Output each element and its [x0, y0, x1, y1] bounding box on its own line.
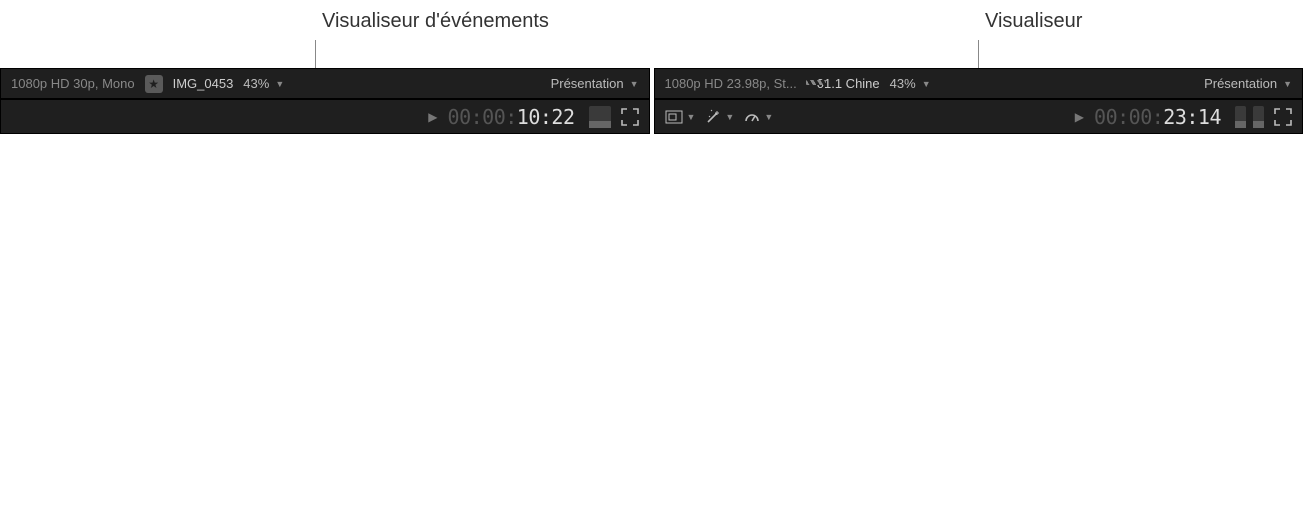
chevron-down-icon: ▼: [275, 79, 284, 89]
rating-star-icon[interactable]: ★: [145, 75, 163, 93]
chevron-down-icon: ▼: [922, 79, 931, 89]
fullscreen-button[interactable]: [1274, 108, 1292, 126]
fullscreen-icon: [1274, 108, 1292, 126]
clip-name-label[interactable]: IMG_0453: [173, 76, 234, 91]
presentation-label: Présentation: [551, 76, 624, 91]
callout-viewer: Visualiseur: [985, 10, 1082, 33]
timecode-dim: 00:00:: [1094, 105, 1163, 129]
play-icon[interactable]: ▶: [1075, 110, 1084, 124]
timecode-display[interactable]: 00:00:23:14: [1094, 105, 1221, 129]
format-label: 1080p HD 30p, Mono: [11, 76, 135, 91]
audio-meter[interactable]: [589, 106, 611, 128]
timecode-hi: 10:22: [517, 105, 575, 129]
fullscreen-icon: [621, 108, 639, 126]
viewer-pane: 1080p HD 23.98p, St... 01.1 Chine 43% ▼ …: [654, 68, 1303, 134]
audio-meter-stereo[interactable]: [1231, 106, 1264, 128]
transform-icon: [665, 110, 683, 124]
transform-tool-menu[interactable]: ▼: [665, 110, 696, 124]
project-name-label[interactable]: 01.1 Chine: [817, 76, 880, 91]
presentation-menu[interactable]: Présentation ▼: [1204, 76, 1292, 91]
zoom-value: 43%: [243, 76, 269, 91]
magic-wand-icon: [705, 109, 721, 125]
callout-labels: Visualiseur d'événements Visualiseur: [0, 0, 1303, 68]
format-label: 1080p HD 23.98p, St...: [665, 76, 797, 91]
zoom-menu[interactable]: 43% ▼: [243, 76, 284, 91]
timecode-display[interactable]: 00:00:10:22: [448, 105, 575, 129]
play-icon[interactable]: ▶: [428, 110, 437, 124]
callout-pointer: [978, 40, 979, 68]
fullscreen-button[interactable]: [621, 108, 639, 126]
chevron-down-icon: ▼: [630, 79, 639, 89]
chevron-down-icon: ▼: [725, 112, 734, 122]
event-viewer-topbar: 1080p HD 30p, Mono ★ IMG_0453 43% ▼ Prés…: [1, 69, 649, 99]
gauge-icon: [744, 109, 760, 125]
presentation-menu[interactable]: Présentation ▼: [551, 76, 639, 91]
zoom-value: 43%: [890, 76, 916, 91]
callout-event-viewer: Visualiseur d'événements: [322, 10, 549, 33]
viewer-bottombar: ▼ ▼ ▼ ▶ 00:00:23:14: [655, 99, 1303, 133]
timecode-hi: 23:14: [1163, 105, 1221, 129]
chevron-down-icon: ▼: [1283, 79, 1292, 89]
zoom-menu[interactable]: 43% ▼: [890, 76, 931, 91]
retime-tool-menu[interactable]: ▼: [744, 109, 773, 125]
presentation-label: Présentation: [1204, 76, 1277, 91]
enhance-tool-menu[interactable]: ▼: [705, 109, 734, 125]
viewer-topbar: 1080p HD 23.98p, St... 01.1 Chine 43% ▼ …: [655, 69, 1303, 99]
event-viewer-bottombar: ▶ 00:00:10:22: [1, 99, 649, 133]
callout-pointer: [315, 40, 316, 68]
event-viewer-pane: 1080p HD 30p, Mono ★ IMG_0453 43% ▼ Prés…: [0, 68, 650, 134]
timecode-dim: 00:00:: [448, 105, 517, 129]
chevron-down-icon: ▼: [764, 112, 773, 122]
chevron-down-icon: ▼: [687, 112, 696, 122]
